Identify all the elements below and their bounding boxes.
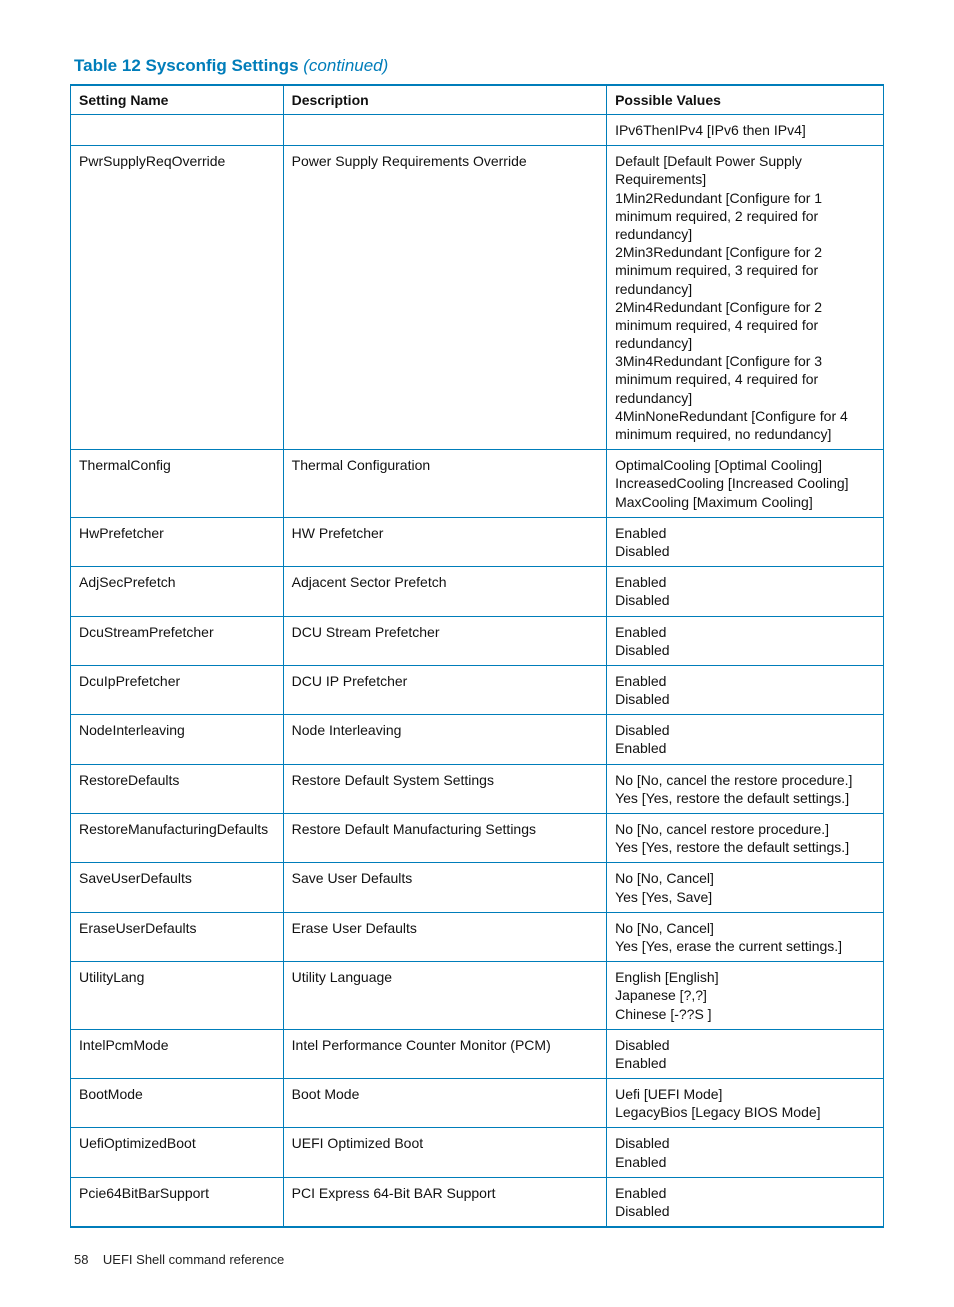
cell-possible-values: DisabledEnabled: [607, 1029, 884, 1078]
table-row: EraseUserDefaultsErase User DefaultsNo […: [71, 912, 884, 961]
col-description: Description: [283, 85, 606, 115]
cell-description: DCU IP Prefetcher: [283, 665, 606, 714]
cell-possible-values: Default [Default Power Supply Requiremen…: [607, 146, 884, 450]
col-setting-name: Setting Name: [71, 85, 284, 115]
cell-description: DCU Stream Prefetcher: [283, 616, 606, 665]
cell-setting-name: DcuStreamPrefetcher: [71, 616, 284, 665]
cell-setting-name: ThermalConfig: [71, 450, 284, 518]
cell-description: HW Prefetcher: [283, 517, 606, 566]
cell-possible-values: No [No, cancel the restore procedure.]Ye…: [607, 764, 884, 813]
cell-setting-name: UefiOptimizedBoot: [71, 1128, 284, 1177]
cell-setting-name: DcuIpPrefetcher: [71, 665, 284, 714]
cell-setting-name: AdjSecPrefetch: [71, 567, 284, 616]
cell-description: Node Interleaving: [283, 715, 606, 764]
cell-description: [283, 115, 606, 146]
cell-description: Save User Defaults: [283, 863, 606, 912]
table-row: UtilityLangUtility LanguageEnglish [Engl…: [71, 962, 884, 1030]
table-row: IPv6ThenIPv4 [IPv6 then IPv4]: [71, 115, 884, 146]
cell-setting-name: NodeInterleaving: [71, 715, 284, 764]
cell-setting-name: PwrSupplyReqOverride: [71, 146, 284, 450]
table-row: SaveUserDefaultsSave User DefaultsNo [No…: [71, 863, 884, 912]
table-title-continued: (continued): [303, 56, 388, 75]
table-title-prefix: Table 12 Sysconfig Settings: [74, 56, 303, 75]
cell-setting-name: EraseUserDefaults: [71, 912, 284, 961]
cell-description: UEFI Optimized Boot: [283, 1128, 606, 1177]
cell-possible-values: IPv6ThenIPv4 [IPv6 then IPv4]: [607, 115, 884, 146]
table-title: Table 12 Sysconfig Settings (continued): [74, 56, 884, 76]
col-possible-values: Possible Values: [607, 85, 884, 115]
table-row: HwPrefetcherHW PrefetcherEnabledDisabled: [71, 517, 884, 566]
cell-possible-values: No [No, Cancel]Yes [Yes, erase the curre…: [607, 912, 884, 961]
cell-possible-values: EnabledDisabled: [607, 1177, 884, 1227]
table-row: RestoreDefaultsRestore Default System Se…: [71, 764, 884, 813]
cell-description: Adjacent Sector Prefetch: [283, 567, 606, 616]
cell-description: Restore Default System Settings: [283, 764, 606, 813]
cell-possible-values: Uefi [UEFI Mode]LegacyBios [Legacy BIOS …: [607, 1079, 884, 1128]
table-row: NodeInterleavingNode InterleavingDisable…: [71, 715, 884, 764]
page-footer: 58 UEFI Shell command reference: [70, 1252, 884, 1267]
cell-description: Utility Language: [283, 962, 606, 1030]
cell-description: Power Supply Requirements Override: [283, 146, 606, 450]
table-row: PwrSupplyReqOverridePower Supply Require…: [71, 146, 884, 450]
cell-possible-values: EnabledDisabled: [607, 616, 884, 665]
footer-title: UEFI Shell command reference: [103, 1252, 284, 1267]
cell-possible-values: No [No, cancel restore procedure.]Yes [Y…: [607, 814, 884, 863]
page: Table 12 Sysconfig Settings (continued) …: [0, 0, 954, 1307]
cell-description: Boot Mode: [283, 1079, 606, 1128]
cell-setting-name: Pcie64BitBarSupport: [71, 1177, 284, 1227]
cell-setting-name: SaveUserDefaults: [71, 863, 284, 912]
cell-possible-values: DisabledEnabled: [607, 1128, 884, 1177]
cell-setting-name: BootMode: [71, 1079, 284, 1128]
cell-possible-values: EnabledDisabled: [607, 517, 884, 566]
table-row: RestoreManufacturingDefaultsRestore Defa…: [71, 814, 884, 863]
cell-setting-name: RestoreManufacturingDefaults: [71, 814, 284, 863]
page-number: 58: [74, 1252, 88, 1267]
table-row: ThermalConfigThermal ConfigurationOptima…: [71, 450, 884, 518]
sysconfig-table: Setting Name Description Possible Values…: [70, 84, 884, 1228]
table-row: Pcie64BitBarSupportPCI Express 64-Bit BA…: [71, 1177, 884, 1227]
cell-setting-name: HwPrefetcher: [71, 517, 284, 566]
cell-possible-values: No [No, Cancel]Yes [Yes, Save]: [607, 863, 884, 912]
table-row: DcuIpPrefetcherDCU IP PrefetcherEnabledD…: [71, 665, 884, 714]
cell-possible-values: English [English]Japanese [?,?]Chinese […: [607, 962, 884, 1030]
cell-possible-values: EnabledDisabled: [607, 567, 884, 616]
table-row: BootModeBoot ModeUefi [UEFI Mode]LegacyB…: [71, 1079, 884, 1128]
cell-possible-values: OptimalCooling [Optimal Cooling]Increase…: [607, 450, 884, 518]
cell-description: Intel Performance Counter Monitor (PCM): [283, 1029, 606, 1078]
table-row: DcuStreamPrefetcherDCU Stream Prefetcher…: [71, 616, 884, 665]
cell-setting-name: [71, 115, 284, 146]
cell-description: PCI Express 64-Bit BAR Support: [283, 1177, 606, 1227]
table-row: UefiOptimizedBootUEFI Optimized BootDisa…: [71, 1128, 884, 1177]
cell-setting-name: IntelPcmMode: [71, 1029, 284, 1078]
cell-description: Thermal Configuration: [283, 450, 606, 518]
cell-possible-values: EnabledDisabled: [607, 665, 884, 714]
cell-possible-values: DisabledEnabled: [607, 715, 884, 764]
table-row: IntelPcmModeIntel Performance Counter Mo…: [71, 1029, 884, 1078]
table-header-row: Setting Name Description Possible Values: [71, 85, 884, 115]
cell-setting-name: RestoreDefaults: [71, 764, 284, 813]
table-row: AdjSecPrefetchAdjacent Sector PrefetchEn…: [71, 567, 884, 616]
cell-description: Restore Default Manufacturing Settings: [283, 814, 606, 863]
cell-setting-name: UtilityLang: [71, 962, 284, 1030]
cell-description: Erase User Defaults: [283, 912, 606, 961]
